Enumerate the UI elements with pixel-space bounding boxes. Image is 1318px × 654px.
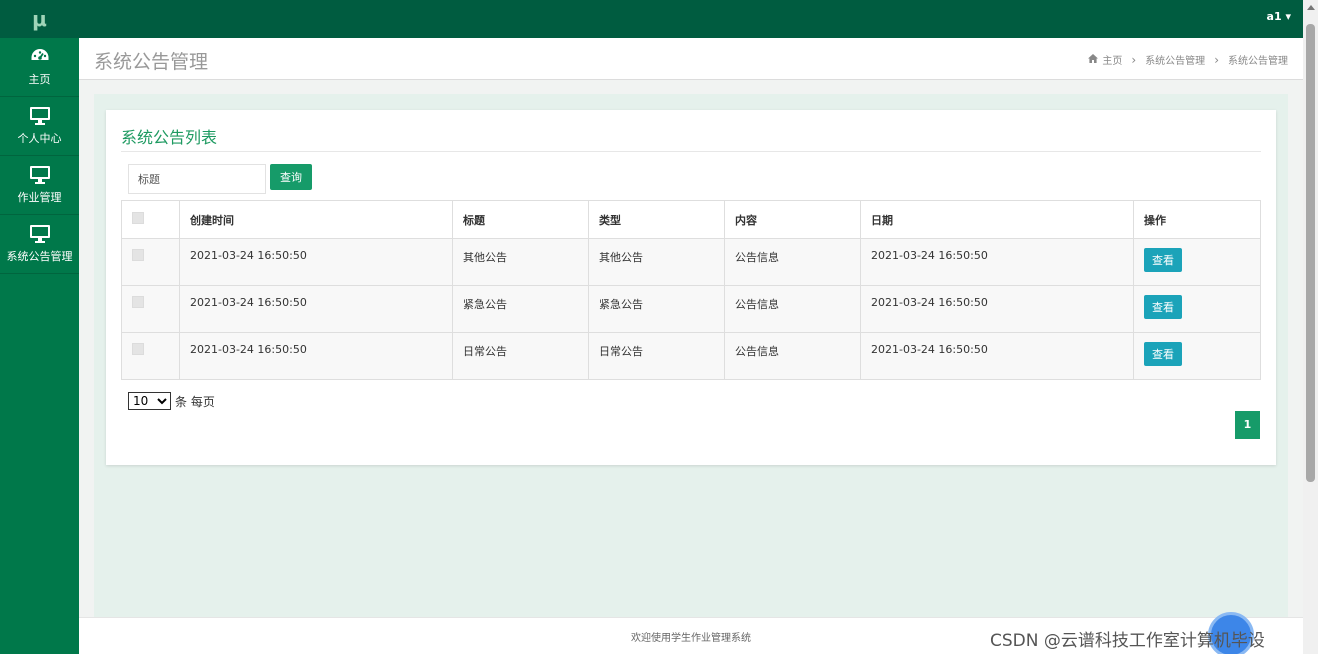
breadcrumb-current: 系统公告管理 — [1228, 56, 1288, 67]
top-bar: a1 ▾ — [79, 0, 1303, 38]
table-row: 2021-03-24 16:50:50 紧急公告 紧急公告 公告信息 2021-… — [121, 285, 1261, 333]
page-size-label: 条 每页 — [175, 394, 215, 409]
home-icon — [1088, 53, 1099, 66]
vertical-scrollbar[interactable] — [1303, 0, 1318, 654]
view-button[interactable]: 查看 — [1144, 342, 1182, 366]
table-header-row: 创建时间 标题 类型 内容 日期 操作 — [121, 200, 1261, 239]
column-header: 内容 — [724, 200, 861, 239]
dashboard-icon — [0, 47, 79, 67]
watermark: CSDN @云谱科技工作室计算机毕设 — [990, 631, 1265, 651]
row-select-cell — [121, 285, 180, 333]
sidebar-item-home[interactable]: 主页 — [0, 38, 79, 97]
cell-created: 2021-03-24 16:50:50 — [179, 238, 453, 286]
select-all-checkbox[interactable] — [132, 212, 144, 224]
main-content: 系统公告列表 查询 创建时间 标题 类型 内容 日期 操作 2021-03-2 — [94, 94, 1288, 617]
search-button[interactable]: 查询 — [270, 164, 312, 190]
sidebar-item-personal-center[interactable]: 个人中心 — [0, 97, 79, 156]
caret-down-icon: ▾ — [1285, 10, 1291, 23]
column-header: 创建时间 — [179, 200, 453, 239]
scrollbar-thumb[interactable] — [1306, 24, 1315, 482]
row-checkbox[interactable] — [132, 296, 144, 308]
cell-title: 日常公告 — [452, 332, 589, 380]
row-checkbox[interactable] — [132, 343, 144, 355]
cell-action: 查看 — [1133, 332, 1261, 380]
cell-date: 2021-03-24 16:50:50 — [860, 332, 1134, 380]
cell-created: 2021-03-24 16:50:50 — [179, 332, 453, 380]
sidebar: μ 主页 个人中心 作业管理 系统公告管理 — [0, 0, 79, 654]
page-size-control: 10 条 每页 — [128, 392, 215, 410]
cell-title: 其他公告 — [452, 238, 589, 286]
column-header: 日期 — [860, 200, 1134, 239]
breadcrumb: 主页 › 系统公告管理 › 系统公告管理 — [1088, 52, 1288, 67]
sidebar-item-label: 系统公告管理 — [6, 250, 73, 263]
cell-content: 公告信息 — [724, 332, 861, 380]
cell-action: 查看 — [1133, 285, 1261, 333]
page-size-select[interactable]: 10 — [128, 392, 171, 410]
breadcrumb-separator: › — [1214, 52, 1219, 67]
cell-title: 紧急公告 — [452, 285, 589, 333]
cell-date: 2021-03-24 16:50:50 — [860, 285, 1134, 333]
view-button[interactable]: 查看 — [1144, 248, 1182, 272]
sidebar-item-label: 作业管理 — [17, 191, 62, 204]
username: a1 — [1266, 10, 1282, 23]
column-header: 操作 — [1133, 200, 1261, 239]
divider — [121, 151, 1261, 152]
cell-type: 日常公告 — [588, 332, 725, 380]
view-button[interactable]: 查看 — [1144, 295, 1182, 319]
page-button-current[interactable]: 1 — [1235, 411, 1260, 439]
monitor-icon — [0, 224, 79, 244]
breadcrumb-separator: › — [1131, 52, 1137, 67]
monitor-icon — [0, 165, 79, 185]
cell-date: 2021-03-24 16:50:50 — [860, 238, 1134, 286]
page-header: 系统公告管理 主页 › 系统公告管理 › 系统公告管理 — [79, 38, 1303, 80]
cell-type: 其他公告 — [588, 238, 725, 286]
row-select-cell — [121, 238, 180, 286]
sidebar-item-notices[interactable]: 系统公告管理 — [0, 215, 79, 274]
column-header: 类型 — [588, 200, 725, 239]
notice-list-panel: 系统公告列表 查询 创建时间 标题 类型 内容 日期 操作 2021-03-2 — [106, 110, 1276, 465]
breadcrumb-item[interactable]: 系统公告管理 — [1145, 52, 1205, 67]
monitor-icon — [0, 106, 79, 126]
cell-content: 公告信息 — [724, 285, 861, 333]
table-row: 2021-03-24 16:50:50 日常公告 日常公告 公告信息 2021-… — [121, 332, 1261, 380]
scroll-up-arrow-icon[interactable] — [1307, 5, 1315, 10]
cell-type: 紧急公告 — [588, 285, 725, 333]
sidebar-item-label: 个人中心 — [17, 132, 62, 145]
app-logo[interactable]: μ — [0, 0, 79, 38]
cell-created: 2021-03-24 16:50:50 — [179, 285, 453, 333]
table-row: 2021-03-24 16:50:50 其他公告 其他公告 公告信息 2021-… — [121, 238, 1261, 286]
notice-table: 创建时间 标题 类型 内容 日期 操作 2021-03-24 16:50:50 … — [121, 200, 1261, 380]
row-checkbox[interactable] — [132, 249, 144, 261]
column-header: 标题 — [452, 200, 589, 239]
sidebar-item-label: 主页 — [28, 73, 51, 86]
breadcrumb-home[interactable]: 主页 — [1102, 52, 1122, 67]
panel-title: 系统公告列表 — [121, 128, 218, 147]
sidebar-item-homework[interactable]: 作业管理 — [0, 156, 79, 215]
select-all-cell — [121, 200, 180, 239]
title-search-input[interactable] — [128, 164, 266, 194]
page-title: 系统公告管理 — [94, 51, 209, 73]
row-select-cell — [121, 332, 180, 380]
user-menu[interactable]: a1 ▾ — [1267, 0, 1291, 34]
cell-content: 公告信息 — [724, 238, 861, 286]
cell-action: 查看 — [1133, 238, 1261, 286]
